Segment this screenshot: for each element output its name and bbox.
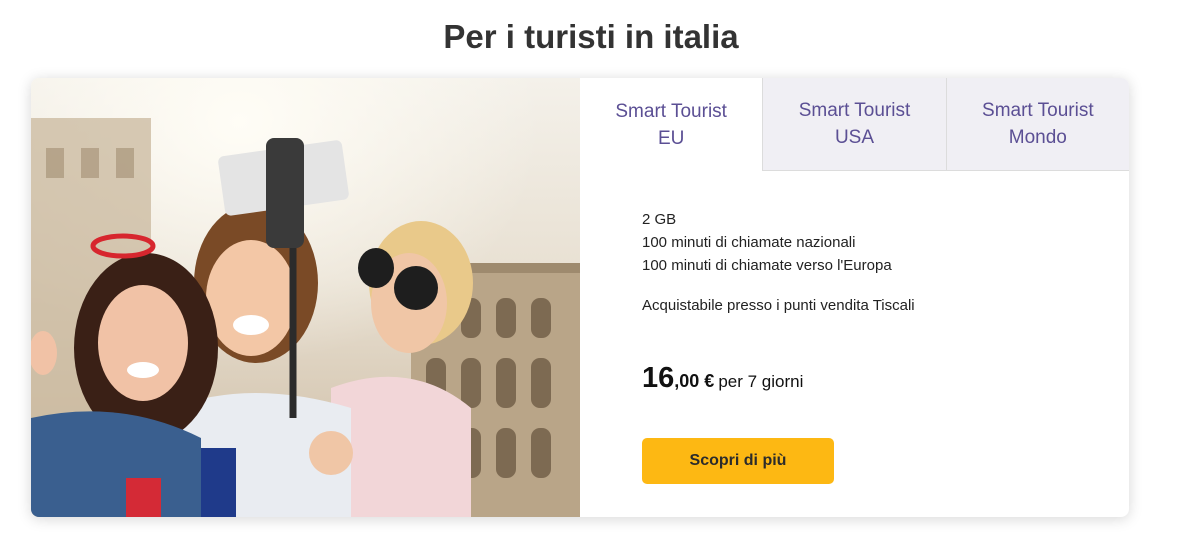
tab-smart-tourist-mondo[interactable]: Smart Tourist Mondo bbox=[945, 78, 1129, 171]
tab-label: Smart Tourist EU bbox=[615, 100, 727, 149]
plan-tabs: Smart Tourist EU Smart Tourist USA Smart… bbox=[580, 78, 1129, 171]
tourists-selfie-photo bbox=[31, 78, 580, 517]
discover-more-button[interactable]: Scopri di più bbox=[642, 438, 834, 484]
tab-smart-tourist-eu[interactable]: Smart Tourist EU bbox=[580, 78, 763, 171]
feature-item: 2 GB bbox=[642, 211, 677, 228]
offer-panel: Smart Tourist EU Smart Tourist USA Smart… bbox=[580, 78, 1129, 517]
feature-list: 2 GB 100 minuti di chiamate nazionali 10… bbox=[642, 208, 892, 277]
price-period: per 7 giorni bbox=[718, 372, 804, 391]
page-title: Per i turisti in italia bbox=[443, 18, 739, 55]
tab-smart-tourist-usa[interactable]: Smart Tourist USA bbox=[762, 78, 946, 171]
offer-card: Smart Tourist EU Smart Tourist USA Smart… bbox=[31, 78, 1129, 517]
price: 16,00 € per 7 giorni bbox=[642, 362, 803, 395]
feature-item: 100 minuti di chiamate verso l'Europa bbox=[642, 257, 892, 274]
price-integer: 16 bbox=[642, 362, 675, 394]
feature-item: 100 minuti di chiamate nazionali bbox=[642, 234, 856, 251]
availability-note: Acquistabile presso i punti vendita Tisc… bbox=[642, 297, 915, 314]
tab-label: Smart Tourist USA bbox=[798, 100, 911, 148]
price-decimal: ,00 € bbox=[674, 371, 715, 391]
tab-label: Smart Tourist Mondo bbox=[982, 100, 1094, 148]
